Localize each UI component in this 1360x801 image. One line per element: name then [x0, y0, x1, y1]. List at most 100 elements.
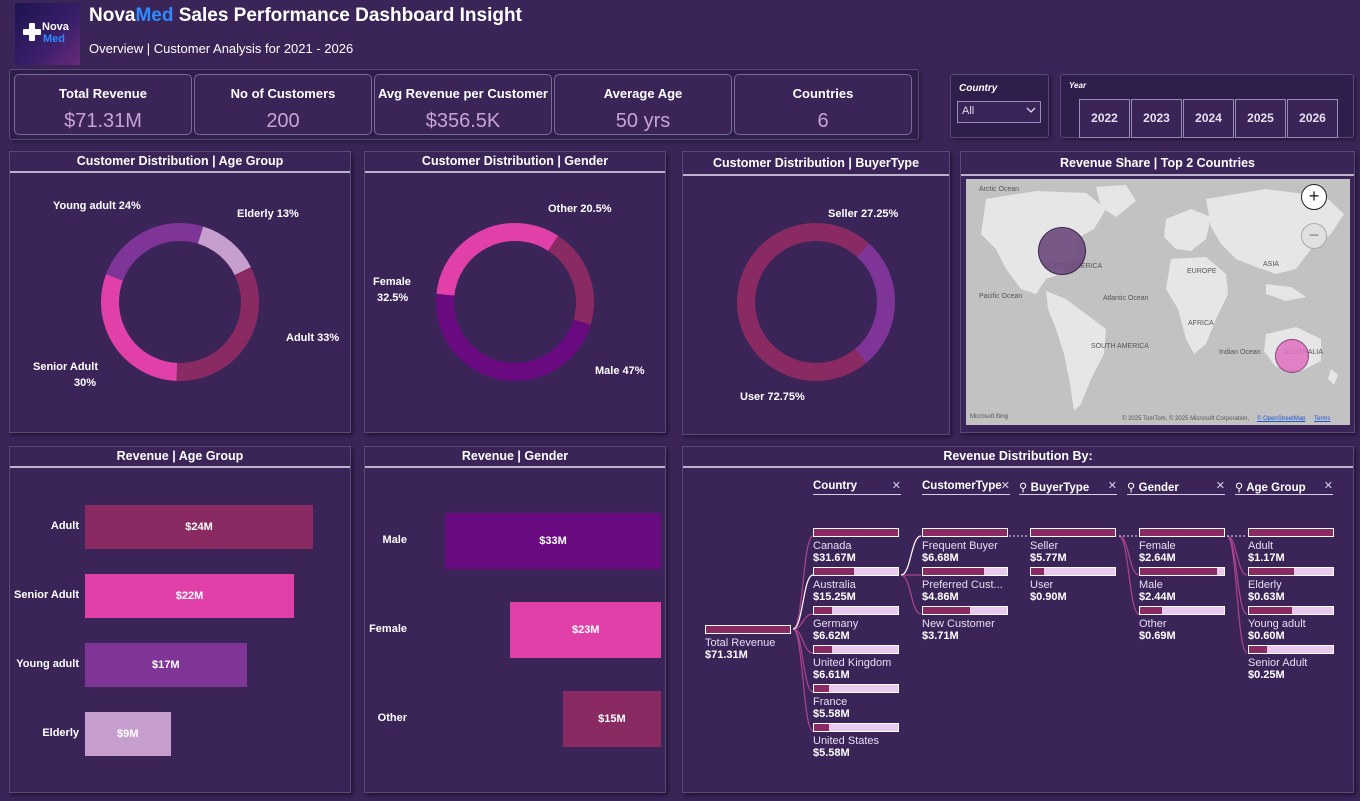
decomp-node-united-states[interactable]: United States $5.58M: [813, 723, 899, 759]
label-male: Male 47%: [595, 365, 645, 377]
page-title: NovaMed Sales Performance Dashboard Insi…: [89, 5, 522, 26]
remove-level-icon: ✕: [1107, 480, 1117, 492]
bing-logo: Microsoft Bing: [970, 414, 1009, 420]
world-map[interactable]: Arctic Ocean NORTH AMERICA EUROPE ASIA P…: [966, 179, 1350, 425]
bar-young-adult[interactable]: $17M: [85, 643, 247, 687]
bar-label-young-adult: Young adult: [16, 658, 79, 670]
label-young-adult: Young adult 24%: [53, 200, 141, 212]
label-adult: Adult 33%: [286, 332, 340, 344]
bulb-icon: ⚲: [1019, 482, 1028, 494]
label-seller: Seller 27.25%: [828, 208, 899, 220]
year-slicer: Year 2022 2023 2024 2025 2026: [1060, 74, 1354, 138]
decomp-node-young-adult[interactable]: Young adult $0.60M: [1248, 606, 1334, 642]
gender-distribution-panel: Customer Distribution | Gender Other 20.…: [364, 151, 666, 433]
zoom-in-button[interactable]: +: [1301, 184, 1327, 210]
kpi-customers: No of Customers 200: [194, 74, 372, 135]
donut-slice-seller[interactable]: [854, 243, 895, 363]
buyertype-distribution-panel: Customer Distribution | BuyerType Seller…: [682, 151, 950, 435]
donut-slice-male[interactable]: [436, 293, 591, 381]
decomp-node-canada[interactable]: Canada $31.67M: [813, 528, 899, 564]
buyertype-donut-chart: [737, 223, 895, 381]
donut-slice-female[interactable]: [436, 223, 559, 296]
age-donut-chart: [101, 223, 259, 381]
donut-slice-adult[interactable]: [176, 267, 259, 381]
label-female-pct: 32.5%: [377, 292, 409, 304]
decomp-node-female[interactable]: Female $2.64M: [1139, 528, 1225, 564]
year-button-2025[interactable]: 2025: [1235, 99, 1286, 138]
osm-link[interactable]: © OpenStreetMap: [1257, 416, 1305, 422]
bar-adult[interactable]: $24M: [85, 505, 313, 549]
bar-senior-adult[interactable]: $22M: [85, 574, 294, 618]
header-gender[interactable]: ⚲ Gender ✕: [1127, 480, 1225, 495]
decomp-node-united-kingdom[interactable]: United Kingdom $6.61M: [813, 645, 899, 681]
map-panel: Revenue Share | Top 2 Countries Arctic O…: [960, 151, 1355, 433]
decomp-node-preferred-cust-[interactable]: Preferred Cust... $4.86M: [922, 567, 1008, 603]
remove-level-icon: ✕: [1323, 480, 1333, 492]
donut-slice-young-adult[interactable]: [106, 223, 204, 281]
decomp-node-senior-adult[interactable]: Senior Adult $0.25M: [1248, 645, 1334, 681]
bar-label-elderly: Elderly: [42, 727, 79, 739]
kpi-total-revenue: Total Revenue $71.31M: [14, 74, 192, 135]
year-button-2022[interactable]: 2022: [1079, 99, 1130, 138]
bulb-icon: ⚲: [1127, 482, 1136, 494]
year-button-2024[interactable]: 2024: [1183, 99, 1234, 138]
decomp-node-germany[interactable]: Germany $6.62M: [813, 606, 899, 642]
page-subtitle: Overview | Customer Analysis for 2021 - …: [89, 41, 354, 56]
donut-slice-elderly[interactable]: [197, 226, 251, 276]
bulb-icon: ⚲: [1235, 482, 1244, 494]
bar-label-male: Male: [382, 534, 407, 546]
header-age-group[interactable]: ⚲ Age Group ✕: [1235, 480, 1333, 495]
zoom-out-button[interactable]: −: [1301, 223, 1327, 249]
label-other: Other 20.5%: [548, 203, 612, 215]
bar-elderly[interactable]: $9M: [85, 712, 171, 756]
country-dropdown[interactable]: All: [957, 101, 1041, 123]
country-slicer: Country All: [950, 74, 1049, 138]
bar-female[interactable]: $23M: [510, 602, 661, 658]
decomp-node-user[interactable]: User $0.90M: [1030, 567, 1116, 603]
bar-male[interactable]: $33M: [445, 513, 661, 569]
decomp-node-france[interactable]: France $5.58M: [813, 684, 899, 720]
header-country[interactable]: Country ✕: [813, 480, 901, 495]
kpi-avg-revenue: Avg Revenue per Customer $356.5K: [374, 74, 552, 135]
decomp-node-male[interactable]: Male $2.44M: [1139, 567, 1225, 603]
year-button-2023[interactable]: 2023: [1131, 99, 1182, 138]
bubble-australia[interactable]: [1275, 339, 1309, 373]
bar-label-other: Other: [377, 712, 407, 724]
bar-label-senior-adult: Senior Adult: [14, 589, 79, 601]
decomp-root[interactable]: Total Revenue $71.31M: [705, 625, 791, 661]
chevron-down-icon: [1026, 107, 1036, 113]
year-button-2026[interactable]: 2026: [1287, 99, 1338, 138]
revenue-gender-panel: Revenue | Gender Male $33M Female $23M Other…: [364, 446, 666, 793]
world-map-land: [981, 185, 1344, 411]
label-female: Female: [373, 276, 411, 288]
kpi-average-age: Average Age 50 yrs: [554, 74, 732, 135]
decomp-node-elderly[interactable]: Elderly $0.63M: [1248, 567, 1334, 603]
header-buyertype[interactable]: ⚲ BuyerType ✕: [1019, 480, 1117, 495]
donut-slice-user[interactable]: [737, 223, 869, 381]
terms-link[interactable]: Terms: [1314, 416, 1330, 422]
bar-label-female: Female: [369, 623, 407, 635]
bubble-canada[interactable]: [1038, 227, 1086, 275]
decomp-node-australia[interactable]: Australia $15.25M: [813, 567, 899, 603]
revenue-age-panel: Revenue | Age Group Adult $24M Senior Adul…: [9, 446, 351, 793]
kpi-strip: Total Revenue $71.31M No of Customers 200 …: [9, 69, 919, 140]
donut-slice-other[interactable]: [547, 235, 594, 325]
decomp-node-frequent-buyer[interactable]: Frequent Buyer $6.68M: [922, 528, 1008, 564]
bar-label-adult: Adult: [50, 520, 79, 532]
novamed-logo: Nova Med: [15, 3, 80, 65]
donut-slice-senior-adult[interactable]: [101, 274, 178, 381]
decomposition-tree-panel: Revenue Distribution By: Total Revenue $…: [682, 446, 1354, 793]
label-senior-adult: Senior Adult: [33, 361, 98, 373]
gender-donut-chart: [436, 223, 594, 381]
header-customertype[interactable]: CustomerType ✕: [922, 480, 1010, 495]
bar-other[interactable]: $15M: [562, 691, 661, 747]
decomp-node-new-customer[interactable]: New Customer $3.71M: [922, 606, 1008, 642]
decomp-node-adult[interactable]: Adult $1.17M: [1248, 528, 1334, 564]
kpi-countries: Countries 6: [734, 74, 912, 135]
remove-level-icon: ✕: [1215, 480, 1225, 492]
label-user: User 72.75%: [740, 391, 805, 403]
decomp-node-other[interactable]: Other $0.69M: [1139, 606, 1225, 642]
age-distribution-panel: Customer Distribution | Age Group Elderl…: [9, 151, 351, 433]
decomp-node-seller[interactable]: Seller $5.77M: [1030, 528, 1116, 564]
map-credit: © 2025 TomTom, © 2025 Microsoft Corporat…: [1122, 416, 1250, 422]
